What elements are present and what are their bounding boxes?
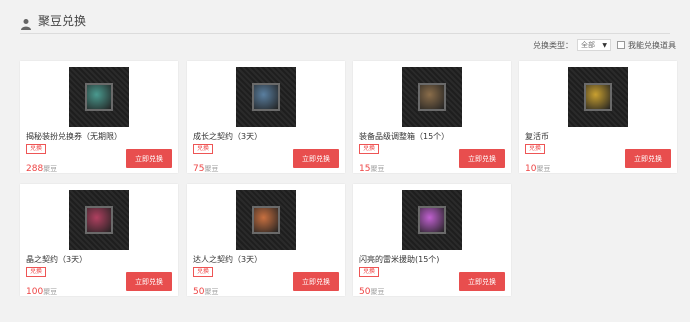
item-icon xyxy=(252,206,280,234)
item-price: 100聚豆 xyxy=(26,287,58,297)
exchange-badge: 兑换 xyxy=(359,144,380,154)
item-icon xyxy=(252,83,280,111)
item-icon xyxy=(418,83,446,111)
type-select[interactable]: 全部 ▼ xyxy=(577,39,611,51)
item-thumbnail xyxy=(69,67,129,127)
item-card: 晶之契约（3天） 兑换 100聚豆 立即兑换 xyxy=(20,184,178,297)
item-icon xyxy=(418,206,446,234)
item-price: 50聚豆 xyxy=(193,287,219,297)
item-card: 闪亮的雷米援助(15个) 兑换 50聚豆 立即兑换 xyxy=(353,184,511,297)
can-exchange-label[interactable]: 我能兑换道具 xyxy=(628,40,676,51)
item-icon xyxy=(584,83,612,111)
exchange-button[interactable]: 立即兑换 xyxy=(459,149,505,168)
item-card: 装备品级调整箱（15个） 兑换 15聚豆 立即兑换 xyxy=(353,61,511,174)
exchange-button[interactable]: 立即兑换 xyxy=(126,149,172,168)
can-exchange-checkbox[interactable] xyxy=(617,41,625,49)
exchange-badge: 兑换 xyxy=(26,144,47,154)
exchange-button[interactable]: 立即兑换 xyxy=(459,272,505,291)
item-price: 50聚豆 xyxy=(359,287,385,297)
dropdown-arrow-icon: ▼ xyxy=(602,41,607,49)
item-thumbnail xyxy=(402,67,462,127)
item-thumbnail xyxy=(69,190,129,250)
item-card: 复活币 兑换 10聚豆 立即兑换 xyxy=(519,61,677,174)
item-name: 成长之契约（3天） xyxy=(193,132,263,141)
item-name: 揭秘装扮兑换券（无期限） xyxy=(26,132,122,141)
exchange-button[interactable]: 立即兑换 xyxy=(293,149,339,168)
item-name: 装备品级调整箱（15个） xyxy=(359,132,450,141)
user-icon xyxy=(20,15,32,30)
exchange-badge: 兑换 xyxy=(359,267,380,277)
page-header: 聚豆兑换 xyxy=(20,8,670,34)
item-price: 10聚豆 xyxy=(525,164,551,174)
item-card: 成长之契约（3天） 兑换 75聚豆 立即兑换 xyxy=(187,61,345,174)
item-thumbnail xyxy=(568,67,628,127)
item-name: 复活币 xyxy=(525,132,549,141)
exchange-badge: 兑换 xyxy=(26,267,47,277)
item-icon xyxy=(85,206,113,234)
exchange-button[interactable]: 立即兑换 xyxy=(293,272,339,291)
item-thumbnail xyxy=(236,67,296,127)
item-price: 75聚豆 xyxy=(193,164,219,174)
exchange-button[interactable]: 立即兑换 xyxy=(625,149,671,168)
exchange-badge: 兑换 xyxy=(193,267,214,277)
item-price: 15聚豆 xyxy=(359,164,385,174)
item-name: 闪亮的雷米援助(15个) xyxy=(359,255,440,264)
item-icon xyxy=(85,83,113,111)
exchange-badge: 兑换 xyxy=(193,144,214,154)
exchange-badge: 兑换 xyxy=(525,144,546,154)
type-select-value: 全部 xyxy=(581,41,595,49)
exchange-button[interactable]: 立即兑换 xyxy=(126,272,172,291)
item-card: 揭秘装扮兑换券（无期限） 兑换 288聚豆 立即兑换 xyxy=(20,61,178,174)
exchange-filter: 兑换类型： 全部 ▼ 我能兑换道具 xyxy=(533,39,676,51)
item-name: 晶之契约（3天） xyxy=(26,255,88,264)
item-card: 达人之契约（3天） 兑换 50聚豆 立即兑换 xyxy=(187,184,345,297)
item-price: 288聚豆 xyxy=(26,164,58,174)
type-label: 兑换类型： xyxy=(533,40,573,50)
item-thumbnail xyxy=(236,190,296,250)
page-title: 聚豆兑换 xyxy=(38,14,87,28)
item-name: 达人之契约（3天） xyxy=(193,255,263,264)
item-thumbnail xyxy=(402,190,462,250)
